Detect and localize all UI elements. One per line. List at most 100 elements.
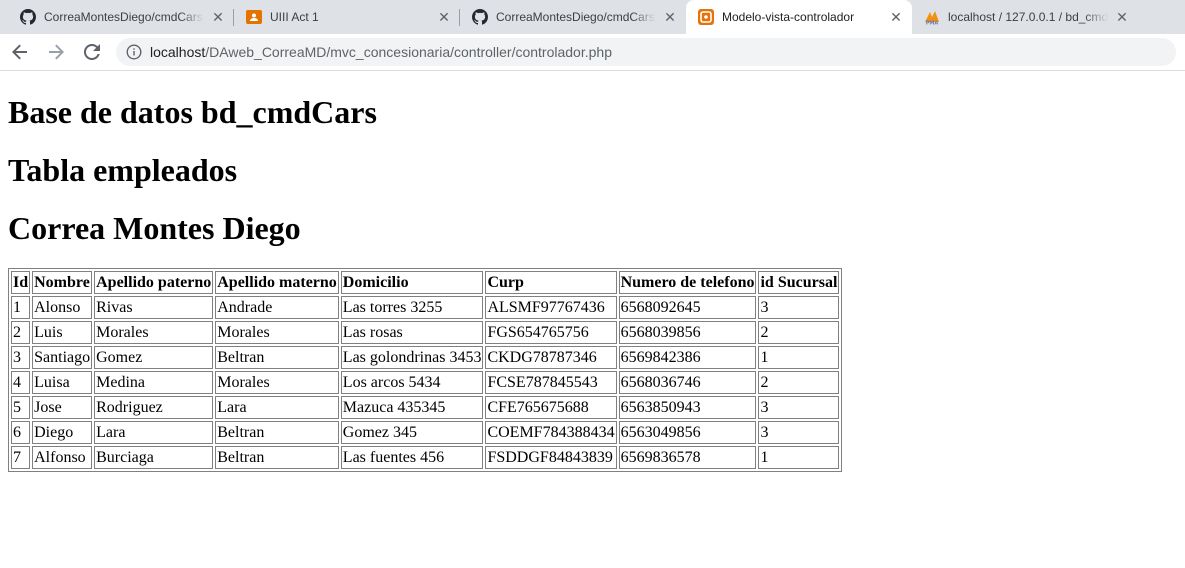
cell-sucursal: 3 bbox=[758, 396, 840, 419]
info-icon[interactable] bbox=[126, 44, 142, 60]
close-icon[interactable]: ✕ bbox=[1114, 9, 1130, 25]
forward-arrow-icon bbox=[49, 44, 64, 60]
mvc-icon bbox=[698, 9, 714, 25]
database-heading: Base de datos bd_cmdCars bbox=[8, 94, 377, 130]
cell-id: 4 bbox=[11, 371, 31, 394]
close-icon[interactable]: ✕ bbox=[436, 9, 452, 25]
cell-apellido-materno: Morales bbox=[215, 321, 339, 344]
cell-apellido-paterno: Lara bbox=[94, 421, 214, 444]
cell-domicilio: Las torres 3255 bbox=[340, 296, 484, 319]
cell-apellido-materno: Andrade bbox=[215, 296, 339, 319]
cell-apellido-paterno: Morales bbox=[94, 321, 214, 344]
table-row: 5 Jose Rodriguez Lara Mazuca 435345 CFE7… bbox=[11, 396, 840, 419]
cell-telefono: 6568036746 bbox=[618, 371, 757, 394]
cell-apellido-paterno: Rivas bbox=[94, 296, 214, 319]
cell-nombre: Alonso bbox=[32, 296, 93, 319]
table-header-row: Id Nombre Apellido paterno Apellido mate… bbox=[11, 271, 840, 294]
tab-strip: CorreaMontesDiego/cmdCars: c ✕ UIII Act … bbox=[0, 0, 1185, 34]
cell-nombre: Luis bbox=[32, 321, 93, 344]
cell-sucursal: 2 bbox=[758, 321, 840, 344]
url-text: localhost/DAweb_CorreaMD/mvc_concesionar… bbox=[150, 44, 612, 60]
table-row: 7 Alfonso Burciaga Beltran Las fuentes 4… bbox=[11, 446, 840, 469]
cell-id: 7 bbox=[11, 446, 31, 469]
cell-apellido-materno: Beltran bbox=[215, 421, 339, 444]
cell-domicilio: Las fuentes 456 bbox=[340, 446, 484, 469]
cell-telefono: 6568092645 bbox=[618, 296, 757, 319]
cell-domicilio: Los arcos 5434 bbox=[340, 371, 484, 394]
github-icon bbox=[20, 9, 36, 25]
address-bar[interactable]: localhost/DAweb_CorreaMD/mvc_concesionar… bbox=[116, 38, 1176, 66]
cell-curp: COEMF784388434 bbox=[485, 421, 617, 444]
column-header-sucursal: id Sucursal bbox=[758, 271, 840, 294]
table-row: 2 Luis Morales Morales Las rosas FGS6547… bbox=[11, 321, 840, 344]
cell-apellido-paterno: Burciaga bbox=[94, 446, 214, 469]
classroom-icon bbox=[246, 9, 262, 25]
cell-telefono: 6563049856 bbox=[618, 421, 757, 444]
back-arrow-icon bbox=[12, 44, 27, 60]
author-heading: Correa Montes Diego bbox=[8, 210, 301, 246]
cell-id: 6 bbox=[11, 421, 31, 444]
cell-apellido-paterno: Gomez bbox=[94, 346, 214, 369]
column-header-domicilio: Domicilio bbox=[340, 271, 484, 294]
close-icon[interactable]: ✕ bbox=[662, 9, 678, 25]
cell-apellido-materno: Beltran bbox=[215, 346, 339, 369]
table-row: 1 Alonso Rivas Andrade Las torres 3255 A… bbox=[11, 296, 840, 319]
phpmyadmin-icon: PMA bbox=[924, 9, 940, 25]
cell-nombre: Jose bbox=[32, 396, 93, 419]
tab-title: Modelo-vista-controlador bbox=[722, 10, 855, 24]
close-icon[interactable]: ✕ bbox=[210, 9, 226, 25]
cell-apellido-materno: Lara bbox=[215, 396, 339, 419]
column-header-telefono: Numero de telefono bbox=[618, 271, 757, 294]
cell-apellido-paterno: Medina bbox=[94, 371, 214, 394]
column-header-nombre: Nombre bbox=[32, 271, 93, 294]
tab-title: CorreaMontesDiego/cmdCars: c bbox=[496, 10, 656, 24]
tab-title: UIII Act 1 bbox=[270, 10, 319, 24]
cell-curp: FCSE787845543 bbox=[485, 371, 617, 394]
column-header-apellido-paterno: Apellido paterno bbox=[94, 271, 214, 294]
forward-button[interactable] bbox=[40, 36, 72, 68]
tab-classroom[interactable]: UIII Act 1 ✕ bbox=[234, 0, 460, 34]
cell-domicilio: Las golondrinas 3453 bbox=[340, 346, 484, 369]
cell-sucursal: 2 bbox=[758, 371, 840, 394]
cell-sucursal: 1 bbox=[758, 346, 840, 369]
cell-curp: CKDG78787346 bbox=[485, 346, 617, 369]
cell-domicilio: Gomez 345 bbox=[340, 421, 484, 444]
tab-phpmyadmin[interactable]: PMA localhost / 127.0.0.1 / bd_cmdc ✕ bbox=[912, 0, 1138, 34]
cell-telefono: 6569842386 bbox=[618, 346, 757, 369]
cell-nombre: Luisa bbox=[32, 371, 93, 394]
table-row: 6 Diego Lara Beltran Gomez 345 COEMF7843… bbox=[11, 421, 840, 444]
cell-apellido-paterno: Rodriguez bbox=[94, 396, 214, 419]
tab-github-1[interactable]: CorreaMontesDiego/cmdCars: c ✕ bbox=[8, 0, 234, 34]
cell-domicilio: Las rosas bbox=[340, 321, 484, 344]
browser-toolbar: localhost/DAweb_CorreaMD/mvc_concesionar… bbox=[0, 34, 1185, 71]
table-row: 4 Luisa Medina Morales Los arcos 5434 FC… bbox=[11, 371, 840, 394]
table-body: 1 Alonso Rivas Andrade Las torres 3255 A… bbox=[11, 296, 840, 469]
reload-button[interactable] bbox=[76, 36, 108, 68]
github-icon bbox=[472, 9, 488, 25]
cell-curp: ALSMF97767436 bbox=[485, 296, 617, 319]
column-header-id: Id bbox=[11, 271, 31, 294]
tab-title: localhost / 127.0.0.1 / bd_cmdc bbox=[948, 10, 1108, 24]
column-header-curp: Curp bbox=[485, 271, 617, 294]
column-header-apellido-materno: Apellido materno bbox=[215, 271, 339, 294]
page-content: Base de datos bd_cmdCars Tabla empleados… bbox=[0, 71, 1185, 472]
cell-curp: CFE765675688 bbox=[485, 396, 617, 419]
cell-telefono: 6563850943 bbox=[618, 396, 757, 419]
cell-curp: FGS654765756 bbox=[485, 321, 617, 344]
cell-apellido-materno: Morales bbox=[215, 371, 339, 394]
url-host: localhost bbox=[150, 44, 206, 60]
cell-id: 3 bbox=[11, 346, 31, 369]
cell-sucursal: 3 bbox=[758, 421, 840, 444]
cell-sucursal: 1 bbox=[758, 446, 840, 469]
tab-github-2[interactable]: CorreaMontesDiego/cmdCars: c ✕ bbox=[460, 0, 686, 34]
cell-apellido-materno: Beltran bbox=[215, 446, 339, 469]
tab-mvc[interactable]: Modelo-vista-controlador ✕ bbox=[686, 0, 912, 34]
close-icon[interactable]: ✕ bbox=[888, 9, 904, 25]
url-path: /DAweb_CorreaMD/mvc_concesionaria/contro… bbox=[205, 44, 612, 60]
cell-telefono: 6569836578 bbox=[618, 446, 757, 469]
cell-nombre: Alfonso bbox=[32, 446, 93, 469]
svg-text:PMA: PMA bbox=[926, 21, 939, 26]
back-button[interactable] bbox=[4, 36, 36, 68]
table-row: 3 Santiago Gomez Beltran Las golondrinas… bbox=[11, 346, 840, 369]
cell-id: 2 bbox=[11, 321, 31, 344]
